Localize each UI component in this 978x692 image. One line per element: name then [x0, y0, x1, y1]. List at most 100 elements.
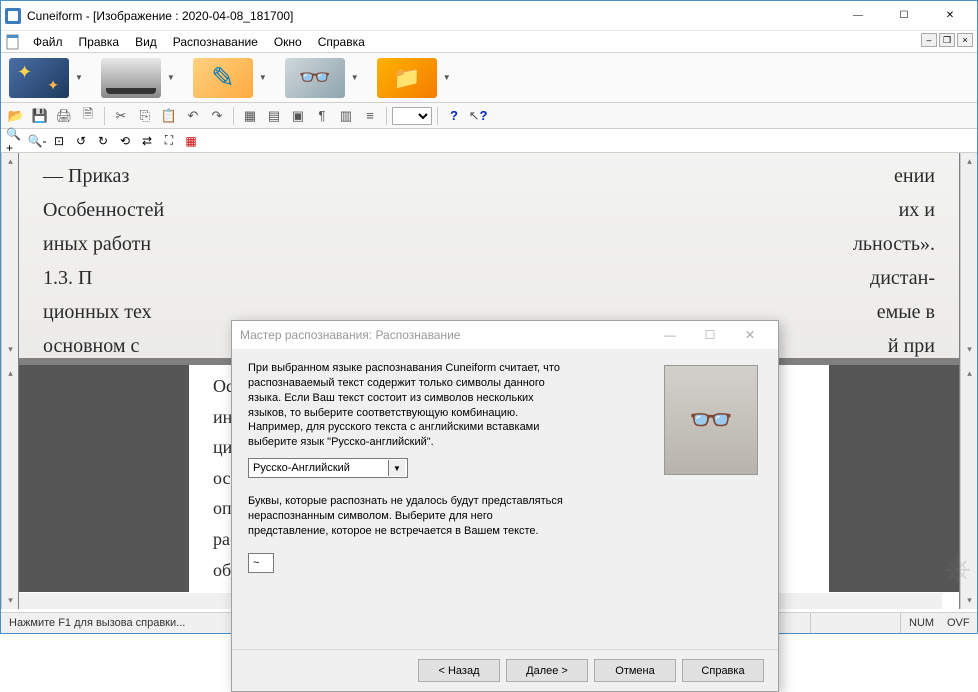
mdi-minimize[interactable]: – [921, 33, 937, 47]
app-icon [5, 8, 21, 24]
separator [437, 107, 438, 125]
paste-button[interactable]: 📋 [158, 106, 180, 126]
help-button[interactable]: ? [443, 106, 465, 126]
mdi-restore[interactable]: ❐ [939, 33, 955, 47]
menu-bar: Файл Правка Вид Распознавание Окно Справ… [1, 31, 977, 53]
save-result-button[interactable]: ▼ [377, 58, 455, 98]
maximize-button[interactable]: ☐ [881, 1, 927, 31]
separator [386, 107, 387, 125]
print-button[interactable]: 🖨 [53, 106, 75, 126]
dialog-maximize: ☐ [690, 322, 730, 348]
scrollbar-right[interactable]: ▴ ▾ ▴ ▾ [960, 153, 977, 609]
menu-help[interactable]: Справка [310, 33, 373, 51]
block-text-button[interactable]: ▦ [239, 106, 261, 126]
preview-button[interactable]: 🗎 [77, 106, 99, 126]
scanner-icon [101, 58, 161, 98]
scroll-up-icon[interactable]: ▴ [961, 153, 978, 170]
char-info-text: Буквы, которые распознать не удалось буд… [248, 494, 568, 539]
status-ovr: OVF [939, 613, 977, 633]
menu-recognize[interactable]: Распознавание [165, 33, 266, 51]
rotate-left-button[interactable]: ↺ [71, 131, 91, 151]
block-image-button[interactable]: ▣ [287, 106, 309, 126]
zoom-combo[interactable] [392, 107, 432, 125]
window-controls: — ☐ ✕ [835, 1, 973, 31]
glasses-icon [285, 58, 345, 98]
chevron-down-icon[interactable]: ▼ [439, 69, 455, 86]
columns-button[interactable]: ▥ [335, 106, 357, 126]
doc-icon [5, 34, 21, 50]
standard-toolbar: 📂 💾 🖨 🗎 ✂ ⎘ 📋 ↶ ↷ ▦ ▤ ▣ ¶ ▥ ≡ ? ↖? [1, 103, 977, 129]
separator [104, 107, 105, 125]
scroll-down-icon[interactable]: ▾ [2, 592, 19, 609]
scrollbar-left[interactable]: ▴ ▾ ▴ ▾ [1, 153, 18, 609]
block-table-button[interactable]: ▤ [263, 106, 285, 126]
menu-file[interactable]: Файл [25, 33, 71, 51]
close-button[interactable]: ✕ [927, 1, 973, 31]
grid-button[interactable]: ▦ [181, 131, 201, 151]
dialog-body: При выбранном языке распознавания Cuneif… [232, 349, 778, 649]
back-button[interactable]: < Назад [418, 659, 500, 682]
title-bar: Cuneiform - [Изображение : 2020-04-08_18… [1, 1, 977, 31]
save-button[interactable]: 💾 [29, 106, 51, 126]
dialog-minimize: — [650, 322, 690, 348]
window-title: Cuneiform - [Изображение : 2020-04-08_18… [27, 9, 835, 23]
scroll-up-icon[interactable]: ▴ [961, 365, 978, 382]
unrecognized-char-input[interactable] [248, 553, 274, 573]
save-folder-icon [377, 58, 437, 98]
dialog-help-button[interactable]: Справка [682, 659, 764, 682]
chevron-down-icon[interactable]: ▼ [347, 69, 363, 86]
next-button[interactable]: Далее > [506, 659, 588, 682]
rotate-180-button[interactable]: ⟲ [115, 131, 135, 151]
dialog-close[interactable]: ✕ [730, 322, 770, 348]
menu-view[interactable]: Вид [127, 33, 165, 51]
chevron-down-icon[interactable]: ▼ [71, 69, 87, 86]
recognize-button[interactable]: ▼ [285, 58, 363, 98]
status-blank [811, 613, 901, 633]
menu-edit[interactable]: Правка [71, 33, 128, 51]
layout-button[interactable]: ▼ [193, 58, 271, 98]
mdi-close[interactable]: × [957, 33, 973, 47]
scan-button[interactable]: ▼ [101, 58, 179, 98]
scroll-down-icon[interactable]: ▾ [961, 341, 978, 358]
minimize-button[interactable]: — [835, 1, 881, 31]
language-combo-value: Русско-Английский [253, 462, 350, 474]
recognition-wizard-dialog: Мастер распознавания: Распознавание — ☐ … [231, 320, 779, 692]
menu-window[interactable]: Окно [266, 33, 310, 51]
dialog-title: Мастер распознавания: Распознавание [240, 328, 650, 342]
chevron-down-icon[interactable]: ▼ [255, 69, 271, 86]
zoom-in-button[interactable]: 🔍+ [5, 131, 25, 151]
status-num: NUM [901, 613, 939, 633]
language-combo[interactable]: Русско-Английский [248, 458, 408, 478]
rotate-right-button[interactable]: ↻ [93, 131, 113, 151]
wizard-illustration [664, 365, 758, 475]
copy-button[interactable]: ⎘ [134, 106, 156, 126]
open-button[interactable]: 📂 [5, 106, 27, 126]
scroll-down-icon[interactable]: ▾ [2, 341, 19, 358]
language-info-text: При выбранном языке распознавания Cuneif… [248, 361, 568, 450]
chevron-down-icon[interactable]: ▼ [163, 69, 179, 86]
mdi-controls: – ❐ × [921, 33, 973, 47]
zoom-fit-button[interactable]: ⊡ [49, 131, 69, 151]
workspace: ▴ ▾ ▴ ▾ ▴ ▾ ▴ ▾ — Приказении Особенносте… [1, 153, 977, 609]
wizard-icon [9, 58, 69, 98]
scroll-up-icon[interactable]: ▴ [2, 153, 19, 170]
para-button[interactable]: ¶ [311, 106, 333, 126]
redo-button[interactable]: ↷ [206, 106, 228, 126]
cancel-button[interactable]: Отмена [594, 659, 676, 682]
wizard-button[interactable]: ▼ [9, 58, 87, 98]
flip-button[interactable]: ⇄ [137, 131, 157, 151]
list-button[interactable]: ≡ [359, 106, 381, 126]
dialog-buttons: < Назад Далее > Отмена Справка [232, 649, 778, 691]
zoom-toolbar: 🔍+ 🔍- ⊡ ↺ ↻ ⟲ ⇄ ⛶ ▦ [1, 129, 977, 153]
scroll-down-icon[interactable]: ▾ [961, 592, 978, 609]
separator [233, 107, 234, 125]
zoom-out-button[interactable]: 🔍- [27, 131, 47, 151]
cut-button[interactable]: ✂ [110, 106, 132, 126]
layout-icon [193, 58, 253, 98]
dialog-title-bar[interactable]: Мастер распознавания: Распознавание — ☐ … [232, 321, 778, 349]
scroll-up-icon[interactable]: ▴ [2, 365, 19, 382]
fit-width-button[interactable]: ⛶ [159, 131, 179, 151]
context-help-button[interactable]: ↖? [467, 106, 489, 126]
undo-button[interactable]: ↶ [182, 106, 204, 126]
main-toolbar: ▼ ▼ ▼ ▼ ▼ [1, 53, 977, 103]
